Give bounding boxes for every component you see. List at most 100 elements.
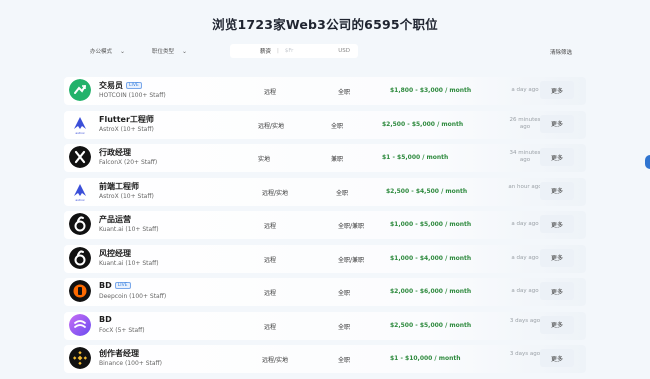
job-title[interactable]: 前端工程师: [99, 181, 139, 192]
chevron-down-icon: ⌄: [120, 47, 126, 55]
job-title[interactable]: BD: [99, 315, 112, 324]
salary-filter[interactable]: 薪资 | $Fr USD: [230, 44, 358, 58]
company-name: Binance (100+ Staff): [99, 360, 163, 367]
job-title[interactable]: 风控经理: [99, 248, 131, 259]
salary-label: 薪资: [260, 49, 272, 55]
job-location: 远程: [264, 323, 277, 331]
work-mode-label: 办公模式: [90, 49, 113, 55]
deepcoin-logo-icon: [69, 280, 91, 302]
job-salary: $1,000 - $5,000 / month: [390, 221, 472, 228]
more-button[interactable]: 更多: [540, 215, 574, 233]
job-location: 远程: [264, 223, 277, 230]
job-type-filter[interactable]: 职位类型 ⌄: [152, 44, 187, 58]
more-button[interactable]: 更多: [540, 114, 574, 133]
job-type: 兼职: [331, 156, 344, 163]
job-row[interactable]: astrox 前端工程师 AstroX (10+ Staff) 远程/实地 全职…: [64, 177, 586, 206]
job-type: 全职: [338, 323, 351, 331]
job-salary: $1 - $5,000 / month: [382, 154, 449, 161]
clear-filters-link[interactable]: 清除筛选: [550, 48, 572, 56]
job-title[interactable]: Flutter工程师: [99, 114, 154, 125]
job-type: 全职: [338, 89, 351, 96]
job-title[interactable]: 创作者经理: [99, 348, 139, 359]
live-badge: LIVE: [126, 82, 142, 89]
more-button[interactable]: 更多: [540, 282, 574, 300]
job-type: 全职: [336, 189, 349, 197]
posted-time: a day ago: [511, 87, 539, 93]
currency-label: USD: [338, 48, 350, 54]
astrox-logo-icon: astrox: [69, 180, 91, 202]
job-location: 远程: [264, 256, 277, 264]
job-location: 远程/实地: [258, 122, 285, 130]
posted-time: an hour ago: [508, 183, 542, 190]
company-name: AstroX (10+ Staff): [99, 192, 154, 200]
job-title[interactable]: 行政经理: [99, 147, 131, 158]
job-row[interactable]: 风控经理 Kuant.ai (10+ Staff) 远程 全职/兼职 $1,00…: [64, 244, 586, 273]
company-name: AstroX (10+ Staff): [99, 125, 154, 133]
job-type: 全职/兼职: [338, 256, 365, 264]
job-row[interactable]: BD LIVE Deepcoin (100+ Staff) 远程 全职 $2,00…: [64, 278, 586, 306]
posted-time: a day ago: [511, 288, 539, 294]
posted-time: 34 minutes ago: [509, 150, 541, 163]
more-button[interactable]: 更多: [540, 81, 574, 99]
kuant-logo-icon: [69, 246, 91, 269]
posted-time: 3 days ago: [509, 317, 541, 324]
astrox-logo-icon: astrox: [69, 113, 91, 135]
job-salary: $1 - $10,000 / month: [390, 355, 461, 362]
job-row[interactable]: 创作者经理 Binance (100+ Staff) 远程/实地 全职 $1 -…: [64, 345, 586, 373]
job-location: 实地: [258, 156, 271, 163]
posted-time: a day ago: [511, 254, 539, 261]
job-type: 全职: [338, 290, 351, 297]
job-title[interactable]: 交易员 LIVE: [99, 80, 142, 91]
hotcoin-logo-icon: [69, 79, 91, 101]
work-mode-filter[interactable]: 办公模式 ⌄: [90, 44, 125, 58]
job-location: 远程: [264, 290, 277, 297]
more-button[interactable]: 更多: [540, 181, 574, 200]
company-name: FocX (5+ Staff): [99, 326, 145, 334]
job-row[interactable]: BD FocX (5+ Staff) 远程 全职 $2,500 - $5,000…: [64, 311, 586, 340]
job-location: 远程/实地: [262, 189, 289, 197]
more-button[interactable]: 更多: [540, 349, 574, 367]
job-salary: $2,500 - $4,500 / month: [386, 187, 468, 195]
more-button[interactable]: 更多: [540, 148, 574, 166]
page-title: 浏览1723家Web3公司的6595个职位: [212, 17, 438, 32]
job-row[interactable]: 交易员 LIVE HOTCOIN (100+ Staff) 远程 全职 $1,80…: [64, 77, 586, 105]
chevron-down-icon: ⌄: [182, 47, 188, 55]
job-location: 远程/实地: [262, 357, 289, 364]
job-row[interactable]: astrox Flutter工程师 AstroX (10+ Staff) 远程/…: [64, 110, 586, 139]
svg-text:astrox: astrox: [75, 131, 84, 135]
company-name: FalconX (20+ Staff): [99, 159, 158, 166]
more-button[interactable]: 更多: [540, 248, 574, 267]
job-list: 交易员 LIVE HOTCOIN (100+ Staff) 远程 全职 $1,80…: [64, 77, 586, 379]
posted-time: 3 days ago: [509, 351, 541, 357]
svg-text:astrox: astrox: [75, 198, 84, 202]
company-name: Kuant.ai (10+ Staff): [99, 226, 159, 233]
job-salary: $2,500 - $5,000 / month: [390, 321, 472, 329]
more-button[interactable]: 更多: [540, 315, 574, 334]
job-type: 全职: [338, 357, 351, 364]
job-row[interactable]: 行政经理 FalconX (20+ Staff) 实地 兼职 $1 - $5,0…: [64, 144, 586, 172]
job-title[interactable]: 产品运营: [99, 214, 131, 225]
job-salary: $1,800 - $3,000 / month: [390, 87, 472, 94]
job-salary: $2,500 - $5,000 / month: [382, 120, 464, 128]
company-name: Deepcoin (100+ Staff): [99, 293, 167, 300]
job-title[interactable]: BD LIVE: [99, 281, 131, 290]
job-location: 远程: [264, 89, 277, 96]
job-salary: $2,000 - $6,000 / month: [390, 288, 472, 295]
kuant-logo-icon: [69, 213, 91, 235]
job-salary: $1,000 - $4,000 / month: [390, 254, 472, 262]
job-type: 全职: [331, 122, 344, 130]
salary-input[interactable]: $Fr: [285, 48, 294, 54]
falconx-logo-icon: [69, 146, 91, 168]
job-type: 全职/兼职: [338, 223, 365, 230]
salary-divider: |: [277, 48, 279, 54]
company-name: Kuant.ai (10+ Staff): [99, 259, 159, 267]
posted-time: 26 minutes ago: [509, 116, 541, 130]
company-name: HOTCOIN (100+ Staff): [99, 92, 166, 99]
posted-time: a day ago: [511, 221, 539, 227]
focx-logo-icon: [69, 313, 91, 336]
binance-logo-icon: [69, 347, 91, 369]
job-row[interactable]: 产品运营 Kuant.ai (10+ Staff) 远程 全职/兼职 $1,00…: [64, 211, 586, 239]
live-badge: LIVE: [114, 282, 131, 289]
side-scroll-handle[interactable]: [645, 155, 650, 169]
job-type-label: 职位类型: [152, 49, 175, 55]
